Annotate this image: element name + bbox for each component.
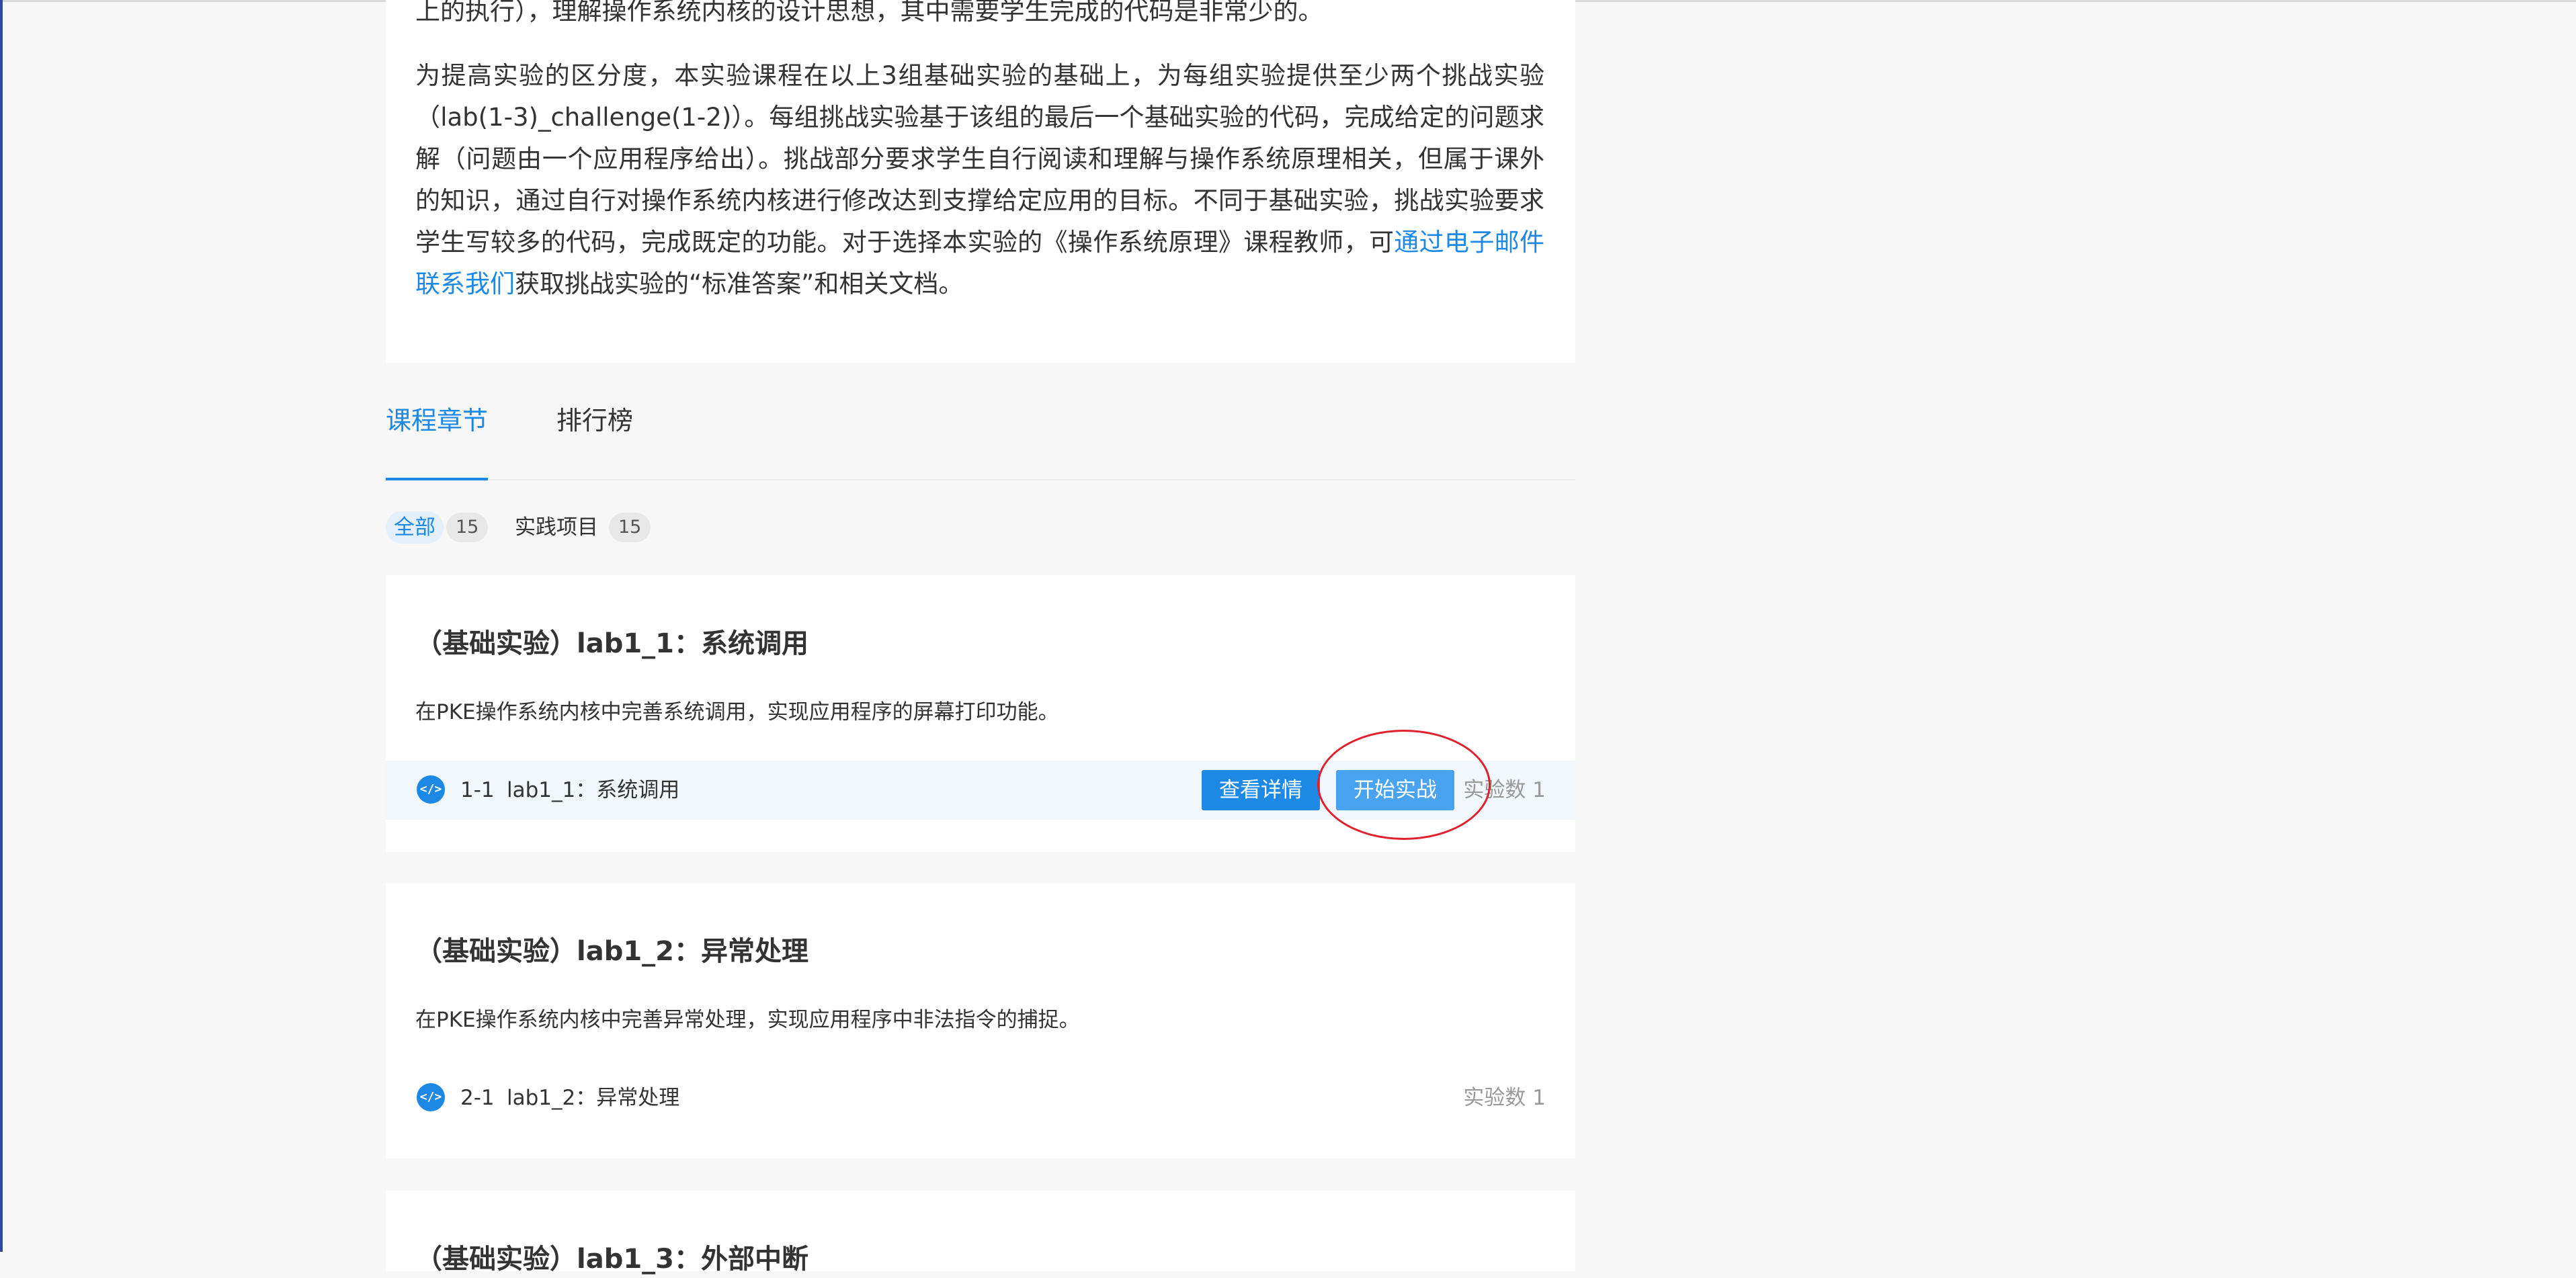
chapter-card: （基础实验）lab1_2：异常处理 在PKE操作系统内核中完善异常处理，实现应用… — [386, 883, 1575, 1158]
chapter-title: （基础实验）lab1_1：系统调用 — [415, 628, 808, 659]
filter-all[interactable]: 全部 15 — [386, 509, 489, 546]
lab-number: 2-1 — [460, 1086, 495, 1110]
chapter-description: 在PKE操作系统内核中完善异常处理，实现应用程序中非法指令的捕捉。 — [415, 1008, 1080, 1032]
filter-all-count-badge: 15 — [446, 513, 489, 542]
chapter-card: （基础实验）lab1_1：系统调用 在PKE操作系统内核中完善系统调用，实现应用… — [386, 575, 1575, 852]
filter-practice-count-badge: 15 — [609, 513, 651, 542]
course-tabs: 课程章节 排行榜 — [386, 363, 1575, 480]
window-left-border — [0, 0, 3, 1252]
chapter-description: 在PKE操作系统内核中完善系统调用，实现应用程序的屏幕打印功能。 — [415, 700, 1059, 724]
code-icon: </> — [417, 1083, 445, 1111]
chapter-title: （基础实验）lab1_2：异常处理 — [415, 936, 808, 967]
lab-name: lab1_2：异常处理 — [507, 1086, 680, 1110]
start-practice-button[interactable]: 开始实战 — [1336, 770, 1454, 810]
lab-row[interactable]: </> 1-1 lab1_1：系统调用 查看详情 开始实战 实验数 1 — [386, 730, 1575, 840]
filter-practice-projects[interactable]: 实践项目 15 — [507, 509, 651, 546]
chapter-filters: 全部 15 实践项目 15 — [386, 509, 1575, 546]
code-icon: </> — [417, 775, 445, 804]
chapter-card: （基础实验）lab1_3：外部中断 — [386, 1191, 1575, 1275]
lab-name: lab1_1：系统调用 — [507, 778, 680, 802]
tab-course-chapters[interactable]: 课程章节 — [386, 363, 489, 480]
view-details-button[interactable]: 查看详情 — [1202, 770, 1320, 810]
course-intro-card: 上的执行），理解操作系统内核的设计思想，其中需要学生完成的代码是非常少的。 为提… — [386, 0, 1575, 363]
lab-row[interactable]: </> 2-1 lab1_2：异常处理 实验数 1 — [386, 1068, 1575, 1127]
filter-all-label: 全部 — [386, 511, 444, 544]
intro-text-line: 上的执行），理解操作系统内核的设计思想，其中需要学生完成的代码是非常少的。 — [415, 0, 1323, 26]
intro-paragraph-text: 为提高实验的区分度，本实验课程在以上3组基础实验的基础上，为每组实验提供至少两个… — [415, 61, 1544, 257]
lab-experiment-count: 实验数 1 — [1463, 778, 1546, 802]
filter-practice-label: 实践项目 — [515, 515, 598, 540]
lab-experiment-count: 实验数 1 — [1463, 1086, 1546, 1110]
intro-paragraph: 为提高实验的区分度，本实验课程在以上3组基础实验的基础上，为每组实验提供至少两个… — [415, 55, 1544, 305]
intro-paragraph-end: 获取挑战实验的“标准答案”和相关文档。 — [515, 269, 964, 298]
tab-leaderboard[interactable]: 排行榜 — [556, 363, 633, 479]
chapter-title: （基础实验）lab1_3：外部中断 — [415, 1244, 808, 1275]
lab-number: 1-1 — [460, 778, 495, 802]
